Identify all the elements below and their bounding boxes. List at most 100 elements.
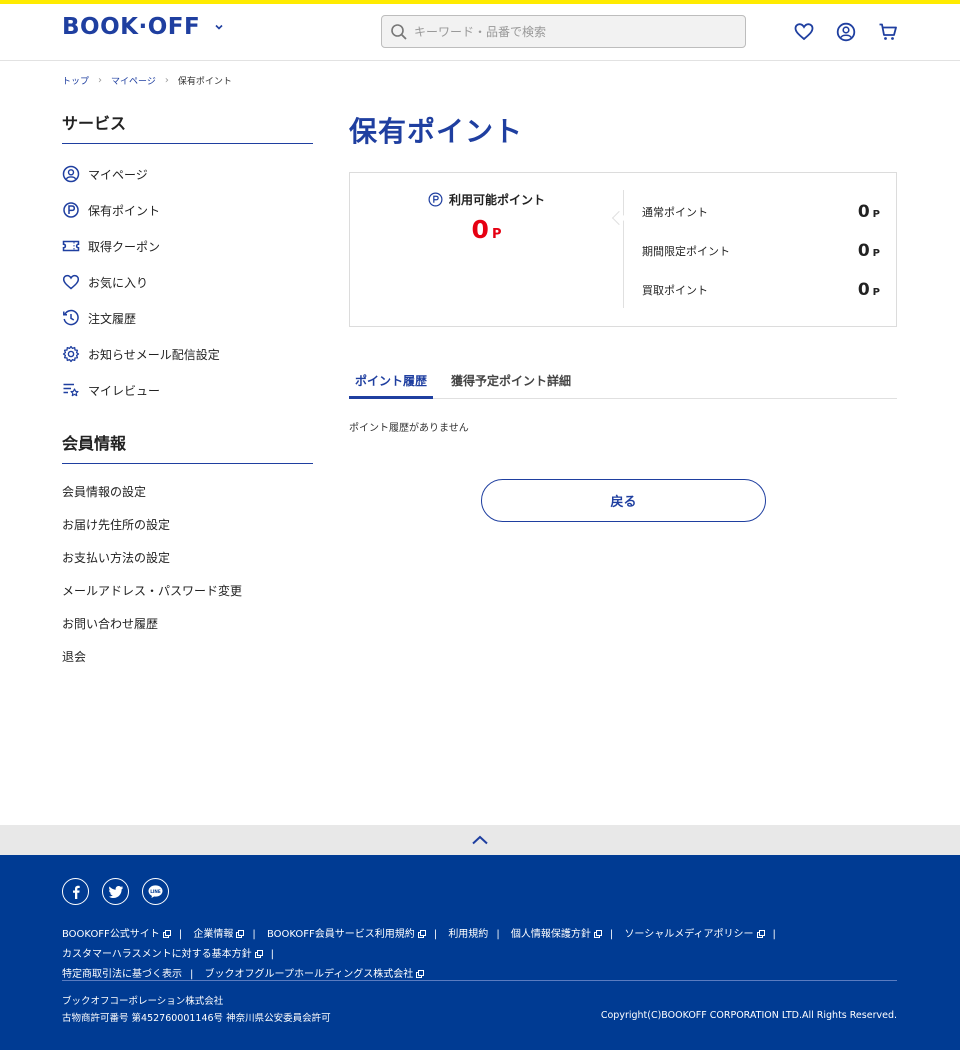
chevron-up-icon — [472, 835, 488, 845]
user-circle-icon — [62, 165, 80, 183]
sidebar-item-coupons[interactable]: 取得クーポン — [62, 228, 313, 264]
sidebar-item-points[interactable]: 保有ポイント — [62, 192, 313, 228]
footer-link-corporate[interactable]: 企業情報 — [193, 929, 245, 940]
line-icon[interactable]: LINE — [142, 878, 169, 905]
account-icon[interactable] — [836, 22, 856, 42]
review-icon — [62, 381, 80, 399]
breadcrumb-mypage[interactable]: マイページ — [111, 74, 156, 87]
limited-points-number: 0 — [857, 240, 870, 261]
external-link-icon — [756, 930, 765, 938]
favorites-heart-icon[interactable] — [794, 22, 814, 42]
footer-link-terms[interactable]: 利用規約 — [448, 929, 488, 940]
points-divider — [623, 190, 624, 308]
copyright: Copyright(C)BOOKOFF CORPORATION LTD.All … — [600, 1010, 897, 1021]
footer-link-separator: | — [609, 929, 614, 940]
member-item-payment[interactable]: お支払い方法の設定 — [62, 549, 313, 582]
point-icon — [62, 201, 80, 219]
sidebar-item-label: マイページ — [88, 167, 148, 182]
footer-link-harassment-policy[interactable]: カスタマーハラスメントに対する基本方針 — [62, 949, 263, 960]
tab-scheduled-points[interactable]: 獲得予定ポイント詳細 — [445, 372, 577, 399]
external-link-icon — [593, 930, 602, 938]
search-input[interactable] — [414, 24, 734, 39]
company-info: ブックオフコーポレーション株式会社 古物商許可番号 第452760001146号… — [62, 993, 331, 1027]
member-item-inquiry-history[interactable]: お問い合わせ履歴 — [62, 615, 313, 648]
tab-point-history[interactable]: ポイント履歴 — [349, 372, 434, 399]
facebook-icon[interactable] — [62, 878, 89, 905]
member-info-heading: 会員情報 — [62, 430, 313, 464]
coupon-icon — [62, 237, 80, 255]
footer-links: BOOKOFF公式サイト | 企業情報 | BOOKOFF会員サービス利用規約 | 利… — [62, 925, 902, 985]
footer-link-member-terms[interactable]: BOOKOFF会員サービス利用規約 — [267, 929, 426, 940]
sidebar-item-label: お知らせメール配信設定 — [88, 347, 220, 362]
bookoff-logo[interactable]: BOOK·OFF — [62, 14, 224, 40]
twitter-icon[interactable] — [102, 878, 129, 905]
sidebar-item-label: 取得クーポン — [88, 239, 161, 254]
footer-link-official-site[interactable]: BOOKOFF公式サイト — [62, 929, 171, 940]
cart-icon[interactable] — [878, 22, 898, 42]
buyback-points-number: 0 — [857, 279, 870, 300]
search-icon[interactable] — [390, 23, 408, 41]
footer-link-group-holdings[interactable]: ブックオフグループホールディングス株式会社 — [205, 969, 425, 980]
points-summary: 利用可能ポイント 0P 通常ポイント 0P 期間限定ポイント 0P 買取ポイント… — [349, 172, 897, 327]
back-button[interactable]: 戻る — [481, 479, 766, 522]
company-name: ブックオフコーポレーション株式会社 — [62, 996, 224, 1007]
footer-link-commerce-law[interactable]: 特定商取引法に基づく表示 — [62, 969, 182, 980]
available-points-label: 利用可能ポイント — [428, 191, 545, 208]
external-link-icon — [417, 930, 426, 938]
external-link-icon — [254, 950, 263, 958]
sidebar-item-mail-settings[interactable]: お知らせメール配信設定 — [62, 336, 313, 372]
member-item-withdraw[interactable]: 退会 — [62, 648, 313, 681]
limited-points-value: 0P — [858, 241, 880, 261]
available-points-value: 0P — [350, 215, 623, 244]
footer-link-privacy[interactable]: 個人情報保護方針 — [511, 929, 602, 940]
limited-points-row: 期間限定ポイント 0P — [642, 231, 880, 270]
sidebar-item-my-reviews[interactable]: マイレビュー — [62, 372, 313, 408]
regular-points-label: 通常ポイント — [642, 205, 708, 219]
limited-points-label: 期間限定ポイント — [642, 244, 730, 258]
external-link-icon — [162, 930, 171, 938]
site-header: BOOK·OFF — [0, 4, 960, 61]
point-unit: P — [872, 286, 880, 298]
point-unit: P — [872, 208, 880, 220]
available-points-text: 利用可能ポイント — [448, 193, 545, 207]
external-link-icon — [416, 970, 425, 978]
point-unit: P — [491, 227, 502, 242]
breadcrumb-top[interactable]: トップ — [62, 74, 89, 87]
external-link-icon — [236, 930, 245, 938]
breadcrumb-current: 保有ポイント — [177, 77, 232, 87]
regular-points-number: 0 — [857, 201, 870, 222]
available-points: 利用可能ポイント 0P — [350, 191, 623, 244]
footer-link-social-policy[interactable]: ソーシャルメディアポリシー — [624, 929, 765, 940]
sidebar-item-label: マイレビュー — [88, 383, 161, 398]
buyback-points-label: 買取ポイント — [642, 283, 708, 297]
site-footer: LINE BOOKOFF公式サイト | 企業情報 | BOOKOFF会員サービス利用… — [0, 855, 960, 1050]
footer-link-separator: | — [772, 929, 776, 940]
points-breakdown: 通常ポイント 0P 期間限定ポイント 0P 買取ポイント 0P — [642, 192, 880, 309]
breadcrumb-separator: › — [98, 75, 103, 86]
member-item-email-password[interactable]: メールアドレス・パスワード変更 — [62, 582, 313, 615]
sidebar-item-order-history[interactable]: 注文履歴 — [62, 300, 313, 336]
main-content: 保有ポイント 利用可能ポイント 0P 通常ポイント 0P 期間限定ポイント 0P… — [349, 110, 897, 522]
footer-link-separator: | — [252, 929, 256, 940]
search-box — [381, 15, 746, 48]
available-points-number: 0 — [471, 215, 489, 244]
sidebar-item-label: 注文履歴 — [88, 311, 137, 326]
svg-text:LINE: LINE — [150, 889, 161, 894]
footer-link-separator: | — [178, 929, 183, 940]
license-number: 古物商許可番号 第452760001146号 神奈川県公安委員会許可 — [62, 1013, 331, 1024]
member-item-profile[interactable]: 会員情報の設定 — [62, 483, 313, 516]
points-tabs: ポイント履歴 獲得予定ポイント詳細 — [349, 372, 897, 399]
sidebar-item-favorites[interactable]: お気に入り — [62, 264, 313, 300]
sidebar-item-mypage[interactable]: マイページ — [62, 156, 313, 192]
chevron-down-icon[interactable] — [214, 22, 224, 32]
member-item-address[interactable]: お届け先住所の設定 — [62, 516, 313, 549]
page-top-button[interactable] — [0, 825, 960, 855]
heart-icon — [62, 273, 80, 291]
social-links: LINE — [62, 878, 169, 905]
point-icon — [428, 192, 443, 207]
breadcrumb-separator: › — [164, 75, 169, 86]
buyback-points-row: 買取ポイント 0P — [642, 270, 880, 309]
footer-link-separator: | — [190, 969, 194, 980]
service-menu: マイページ 保有ポイント 取得クーポン お気に入り 注文履歴 お知らせメール配信… — [62, 156, 313, 408]
regular-points-value: 0P — [858, 202, 880, 222]
